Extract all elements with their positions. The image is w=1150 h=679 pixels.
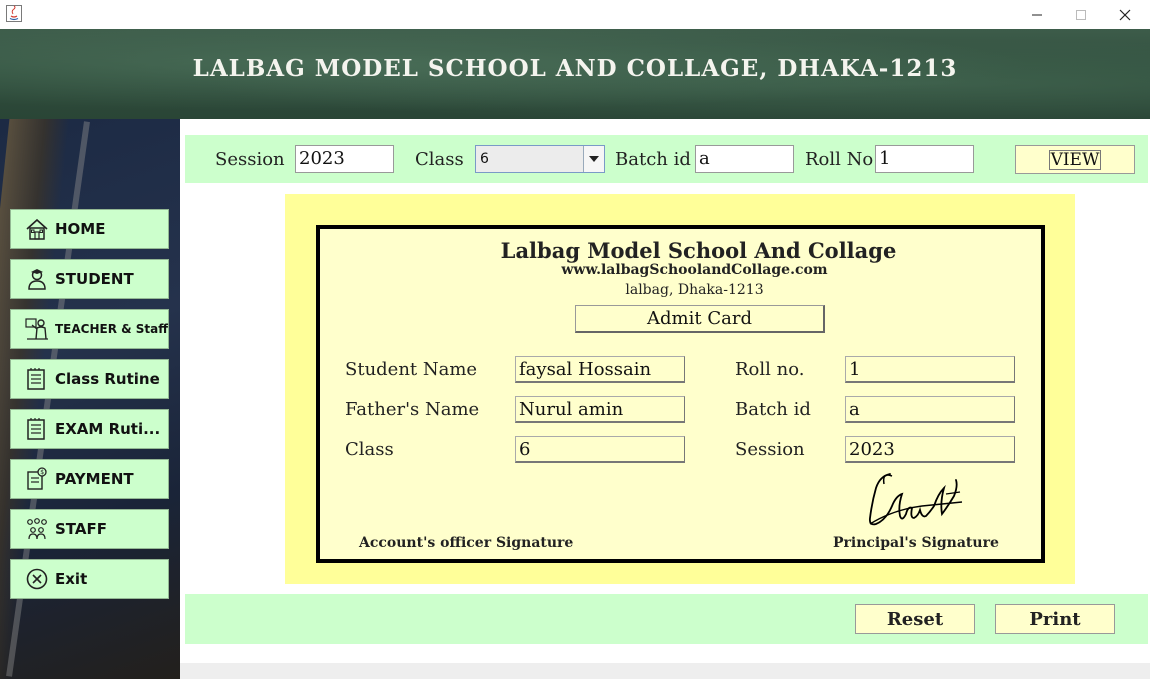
view-button-label: VIEW bbox=[1048, 149, 1102, 170]
card-address: lalbag, Dhaka-1213 bbox=[625, 282, 764, 298]
sidebar-item-label: STUDENT bbox=[55, 270, 134, 288]
staff-icon bbox=[27, 518, 47, 540]
close-icon bbox=[1119, 9, 1131, 20]
sidebar-item-label: EXAM Ruti... bbox=[55, 420, 161, 438]
student-name-label: Student Name bbox=[345, 359, 478, 380]
card-session-label: Session bbox=[735, 439, 805, 460]
class-label: Class bbox=[415, 149, 464, 170]
sidebar-item-label: TEACHER & Staff bbox=[55, 322, 168, 336]
home-icon bbox=[26, 218, 48, 240]
maximize-icon bbox=[1076, 9, 1086, 20]
maximize-button[interactable] bbox=[1058, 0, 1104, 29]
sidebar-item-label: HOME bbox=[55, 220, 106, 238]
card-session-field: 2023 bbox=[845, 436, 1015, 463]
sidebar-item-exit[interactable]: Exit bbox=[10, 559, 169, 599]
header-banner: LALBAG MODEL SCHOOL AND COLLAGE, DHAKA-1… bbox=[0, 29, 1150, 119]
minimize-button[interactable] bbox=[1014, 0, 1060, 29]
sidebar-item-payment[interactable]: $ PAYMENT bbox=[10, 459, 169, 499]
roll-no-label: Roll No bbox=[805, 149, 874, 170]
sidebar-item-student[interactable]: STUDENT bbox=[10, 259, 169, 299]
svg-text:$: $ bbox=[40, 469, 44, 476]
admit-card-heading: Admit Card bbox=[575, 305, 825, 333]
print-button[interactable]: Print bbox=[995, 604, 1115, 634]
father-name-field: Nurul amin bbox=[515, 396, 685, 423]
sidebar-item-home[interactable]: HOME bbox=[10, 209, 169, 249]
roll-no-input[interactable]: 1 bbox=[875, 145, 974, 173]
sidebar-item-label: Class Rutine bbox=[55, 370, 160, 388]
card-class-field: 6 bbox=[515, 436, 685, 463]
sidebar-item-class-routine[interactable]: Class Rutine bbox=[10, 359, 169, 399]
routine-icon bbox=[27, 368, 45, 390]
sidebar-item-teacher-staff[interactable]: TEACHER & Staff bbox=[10, 309, 169, 349]
chevron-down-icon bbox=[589, 156, 599, 162]
app-window: LALBAG MODEL SCHOOL AND COLLAGE, DHAKA-1… bbox=[0, 0, 1150, 679]
dropdown-arrow[interactable] bbox=[583, 146, 604, 172]
teacher-icon bbox=[25, 318, 48, 340]
session-input[interactable]: 2023 bbox=[295, 145, 394, 173]
close-button[interactable] bbox=[1102, 0, 1148, 29]
father-name-label: Father's Name bbox=[345, 399, 480, 420]
card-batch-field: a bbox=[845, 396, 1015, 423]
java-app-icon bbox=[6, 5, 22, 22]
exit-icon bbox=[26, 568, 48, 590]
card-roll-field: 1 bbox=[845, 356, 1015, 383]
card-school-name: Lalbag Model School And Collage bbox=[500, 238, 897, 263]
class-select[interactable]: 6 bbox=[475, 145, 605, 173]
title-bar bbox=[0, 0, 1150, 29]
card-website: www.lalbagSchoolandCollage.com bbox=[561, 262, 828, 278]
payment-icon: $ bbox=[27, 467, 47, 490]
sidebar-item-label: STAFF bbox=[55, 520, 107, 538]
sidebar-item-label: Exit bbox=[55, 570, 88, 588]
minimize-icon bbox=[1032, 14, 1042, 15]
accounts-officer-signature-label: Account's officer Signature bbox=[359, 535, 574, 551]
card-class-label: Class bbox=[345, 439, 394, 460]
header-title: LALBAG MODEL SCHOOL AND COLLAGE, DHAKA-1… bbox=[192, 55, 958, 82]
student-icon bbox=[28, 269, 46, 290]
batch-id-label: Batch id bbox=[615, 149, 691, 170]
sidebar-item-staff[interactable]: STAFF bbox=[10, 509, 169, 549]
sidebar-item-label: PAYMENT bbox=[55, 470, 134, 488]
view-button[interactable]: VIEW bbox=[1015, 145, 1135, 174]
reset-button[interactable]: Reset bbox=[855, 604, 975, 634]
exam-routine-icon bbox=[27, 418, 45, 440]
principal-signature-label: Principal's Signature bbox=[833, 535, 999, 551]
class-select-value: 6 bbox=[480, 151, 489, 167]
principal-signature-image bbox=[868, 473, 963, 526]
main-bottom-strip bbox=[180, 663, 1150, 679]
card-batch-label: Batch id bbox=[735, 399, 811, 420]
student-name-field: faysal Hossain bbox=[515, 356, 685, 383]
session-label: Session bbox=[215, 149, 285, 170]
sidebar-item-exam-routine[interactable]: EXAM Ruti... bbox=[10, 409, 169, 449]
card-roll-label: Roll no. bbox=[735, 359, 805, 380]
batch-id-input[interactable]: a bbox=[695, 145, 794, 173]
